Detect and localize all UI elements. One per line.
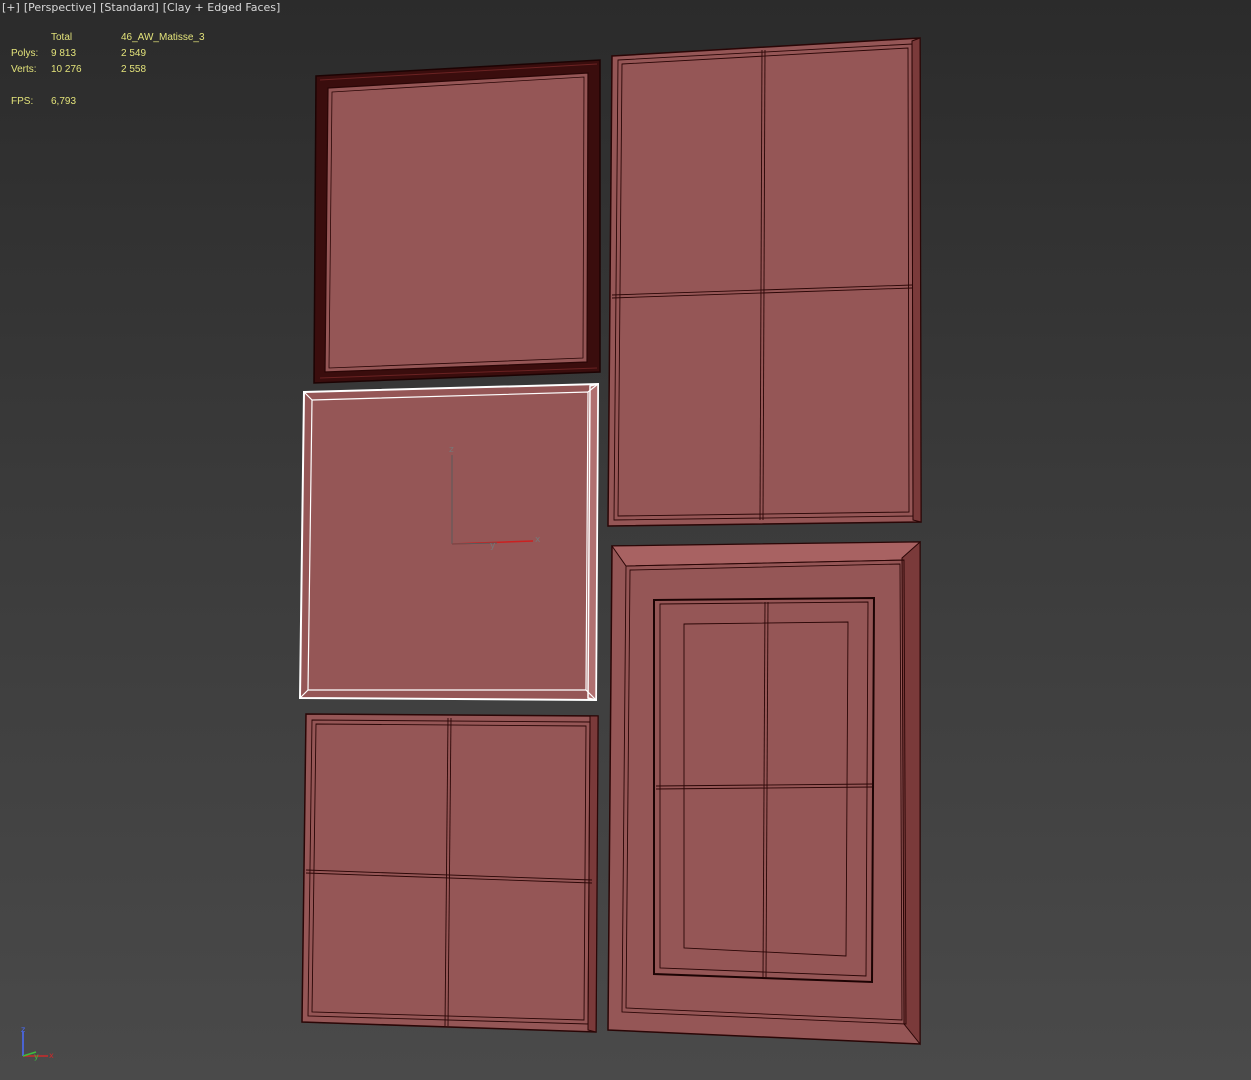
picture-frame-top-left[interactable]: [313, 59, 601, 384]
svg-text:z: z: [21, 1025, 25, 1034]
gizmo-x-label: x: [535, 535, 541, 545]
picture-frame-top-right[interactable]: [607, 37, 922, 527]
picture-frame-bottom-right[interactable]: [607, 540, 921, 1046]
svg-text:x: x: [49, 1051, 54, 1060]
picture-frame-bottom-left[interactable]: [301, 713, 599, 1033]
gizmo-z-label: z: [449, 445, 454, 455]
gizmo-y-label: y: [490, 541, 496, 551]
svg-text:y: y: [34, 1052, 39, 1061]
viewport-scene[interactable]: z x y: [0, 0, 1251, 1080]
picture-frame-selected[interactable]: [298, 382, 600, 702]
axis-tripod-icon: z x y: [21, 1025, 54, 1061]
